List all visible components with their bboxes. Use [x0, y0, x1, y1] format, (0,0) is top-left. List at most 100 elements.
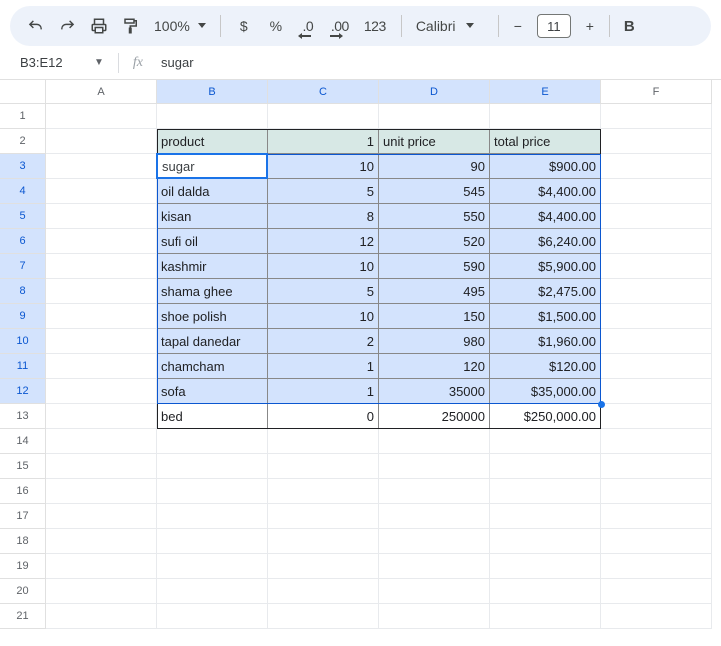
cell-f3[interactable]	[601, 154, 712, 179]
percent-button[interactable]: %	[261, 11, 291, 41]
cell-b8[interactable]: shama ghee	[157, 279, 268, 304]
cell-c16[interactable]	[268, 479, 379, 504]
cell-e15[interactable]	[490, 454, 601, 479]
font-select[interactable]: Calibri	[410, 18, 490, 34]
row-header-20[interactable]: 20	[0, 579, 46, 604]
cell-b7[interactable]: kashmir	[157, 254, 268, 279]
col-header-d[interactable]: D	[379, 80, 490, 104]
cell-f10[interactable]	[601, 329, 712, 354]
cell-f5[interactable]	[601, 204, 712, 229]
cell-a4[interactable]	[46, 179, 157, 204]
cell-b3[interactable]: sugar	[157, 154, 268, 179]
cell-a10[interactable]	[46, 329, 157, 354]
cell-b14[interactable]	[157, 429, 268, 454]
cell-c21[interactable]	[268, 604, 379, 629]
cell-f12[interactable]	[601, 379, 712, 404]
cell-c7[interactable]: 10	[268, 254, 379, 279]
row-header-3[interactable]: 3	[0, 154, 46, 179]
cell-b5[interactable]: kisan	[157, 204, 268, 229]
cell-c8[interactable]: 5	[268, 279, 379, 304]
cell-e9[interactable]: $1,500.00	[490, 304, 601, 329]
cell-d19[interactable]	[379, 554, 490, 579]
cell-e21[interactable]	[490, 604, 601, 629]
cell-a5[interactable]	[46, 204, 157, 229]
col-header-b[interactable]: B	[157, 80, 268, 104]
cell-a6[interactable]	[46, 229, 157, 254]
cell-c3[interactable]: 10	[268, 154, 379, 179]
row-header-19[interactable]: 19	[0, 554, 46, 579]
cell-f11[interactable]	[601, 354, 712, 379]
cell-d16[interactable]	[379, 479, 490, 504]
cell-e8[interactable]: $2,475.00	[490, 279, 601, 304]
row-header-14[interactable]: 14	[0, 429, 46, 454]
cell-d7[interactable]: 590	[379, 254, 490, 279]
cell-e18[interactable]	[490, 529, 601, 554]
cell-b19[interactable]	[157, 554, 268, 579]
cell-d12[interactable]: 35000	[379, 379, 490, 404]
cell-b20[interactable]	[157, 579, 268, 604]
row-header-7[interactable]: 7	[0, 254, 46, 279]
cell-c17[interactable]	[268, 504, 379, 529]
col-header-c[interactable]: C	[268, 80, 379, 104]
cell-a2[interactable]	[46, 129, 157, 154]
col-header-a[interactable]: A	[46, 80, 157, 104]
cell-e19[interactable]	[490, 554, 601, 579]
cell-b1[interactable]	[157, 104, 268, 129]
cell-f9[interactable]	[601, 304, 712, 329]
cell-f18[interactable]	[601, 529, 712, 554]
cell-e3[interactable]: $900.00	[490, 154, 601, 179]
cell-b21[interactable]	[157, 604, 268, 629]
row-header-16[interactable]: 16	[0, 479, 46, 504]
cell-a16[interactable]	[46, 479, 157, 504]
cell-c1[interactable]	[268, 104, 379, 129]
cell-f14[interactable]	[601, 429, 712, 454]
cell-d8[interactable]: 495	[379, 279, 490, 304]
cell-f15[interactable]	[601, 454, 712, 479]
bold-button[interactable]: B	[618, 18, 641, 35]
cell-c11[interactable]: 1	[268, 354, 379, 379]
cell-b2[interactable]: product	[157, 129, 268, 154]
print-button[interactable]	[84, 11, 114, 41]
cell-d11[interactable]: 120	[379, 354, 490, 379]
cell-d3[interactable]: 90	[379, 154, 490, 179]
row-header-17[interactable]: 17	[0, 504, 46, 529]
cell-a11[interactable]	[46, 354, 157, 379]
cell-f1[interactable]	[601, 104, 712, 129]
increase-decimal-button[interactable]: .00	[325, 11, 355, 41]
cell-d5[interactable]: 550	[379, 204, 490, 229]
cell-a9[interactable]	[46, 304, 157, 329]
cell-d18[interactable]	[379, 529, 490, 554]
currency-button[interactable]: $	[229, 11, 259, 41]
row-header-12[interactable]: 12	[0, 379, 46, 404]
font-size-input[interactable]: 11	[537, 14, 571, 38]
redo-button[interactable]	[52, 11, 82, 41]
cell-b16[interactable]	[157, 479, 268, 504]
cell-d17[interactable]	[379, 504, 490, 529]
cell-d9[interactable]: 150	[379, 304, 490, 329]
cell-a14[interactable]	[46, 429, 157, 454]
col-header-f[interactable]: F	[601, 80, 712, 104]
cell-a18[interactable]	[46, 529, 157, 554]
cell-c14[interactable]	[268, 429, 379, 454]
cell-a17[interactable]	[46, 504, 157, 529]
cell-f4[interactable]	[601, 179, 712, 204]
cell-a13[interactable]	[46, 404, 157, 429]
row-header-18[interactable]: 18	[0, 529, 46, 554]
cell-f6[interactable]	[601, 229, 712, 254]
cell-f8[interactable]	[601, 279, 712, 304]
cell-b10[interactable]: tapal danedar	[157, 329, 268, 354]
cell-e10[interactable]: $1,960.00	[490, 329, 601, 354]
cell-d20[interactable]	[379, 579, 490, 604]
cell-d6[interactable]: 520	[379, 229, 490, 254]
cell-d1[interactable]	[379, 104, 490, 129]
row-header-9[interactable]: 9	[0, 304, 46, 329]
cell-b6[interactable]: sufi oil	[157, 229, 268, 254]
cell-c12[interactable]: 1	[268, 379, 379, 404]
row-header-5[interactable]: 5	[0, 204, 46, 229]
cell-d15[interactable]	[379, 454, 490, 479]
row-header-2[interactable]: 2	[0, 129, 46, 154]
cell-f21[interactable]	[601, 604, 712, 629]
cell-c2[interactable]: 1	[268, 129, 379, 154]
select-all-corner[interactable]	[0, 80, 46, 104]
cell-e13[interactable]: $250,000.00	[490, 404, 601, 429]
